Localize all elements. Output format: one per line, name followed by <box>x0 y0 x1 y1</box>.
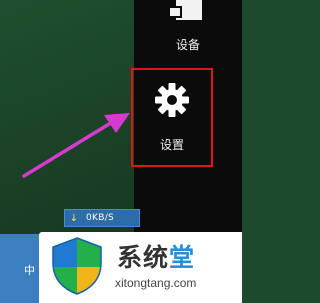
charm-settings[interactable]: 设置 <box>133 70 211 165</box>
network-speed-value: 0KB/S <box>86 213 115 223</box>
input-method-indicator[interactable]: 中 <box>24 262 35 278</box>
watermark-title: 系统堂 <box>117 238 195 274</box>
charm-settings-label: 设置 <box>159 138 184 152</box>
charm-devices[interactable]: 设备 <box>148 0 228 58</box>
watermark-url: xitongtang.com <box>115 276 197 290</box>
gear-icon <box>155 83 189 117</box>
charm-devices-label: 设备 <box>175 38 200 52</box>
shield-logo-icon <box>52 237 102 295</box>
pointer-arrow <box>22 113 130 178</box>
watermark-title-main: 系统 <box>117 243 170 272</box>
network-speed-widget[interactable]: ↓ 0KB/S <box>64 209 140 227</box>
devices-icon <box>168 0 202 20</box>
download-arrow-icon: ↓ <box>69 212 79 224</box>
watermark-title-accent: 堂 <box>169 243 196 272</box>
watermark-logo: 系统堂 xitongtang.com <box>39 232 242 303</box>
